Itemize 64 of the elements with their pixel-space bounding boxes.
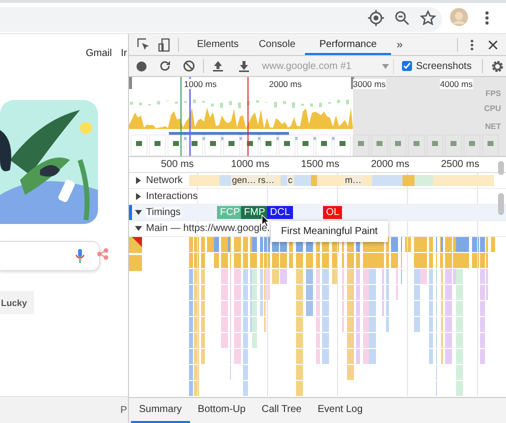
time-ruler-label: 500 ms	[161, 159, 194, 170]
record-icon[interactable]	[136, 60, 147, 72]
lucky-button[interactable]: Lucky	[0, 291, 34, 314]
upload-icon[interactable]	[212, 60, 224, 72]
doodle-illustration-drawing[interactable]	[0, 100, 98, 224]
panel-tab[interactable]: Elements	[187, 34, 249, 55]
settings-icon[interactable]	[490, 60, 504, 72]
expand-triangle-icon[interactable]	[135, 177, 142, 184]
overview-time-label: 1000 ms	[184, 79, 217, 89]
lane-label: NET	[485, 122, 501, 131]
star-icon[interactable]	[420, 10, 436, 26]
track-label: Main — https://www.google.	[146, 223, 270, 234]
expand-triangle-icon[interactable]	[135, 193, 142, 200]
search-field[interactable]	[0, 241, 100, 271]
timing-marker[interactable]: DCL	[267, 206, 294, 219]
header-link[interactable]: Gmail	[86, 48, 112, 62]
menu-icon[interactable]	[484, 10, 490, 26]
more-options-icon[interactable]	[470, 38, 474, 50]
network-request[interactable]: m…	[344, 175, 362, 186]
header-link[interactable]: Ir	[120, 48, 127, 62]
track-label: Network	[146, 175, 183, 186]
timing-marker[interactable]: OL	[323, 206, 342, 219]
details-tab[interactable]: Call Tree	[254, 398, 310, 423]
time-ruler-label: 2500 ms	[441, 159, 480, 170]
track-label: Interactions	[146, 191, 198, 202]
lane-label: FPS	[485, 89, 501, 98]
overview-time-label: 4000 ms	[440, 79, 473, 89]
time-ruler-label: 1500 ms	[301, 159, 340, 170]
timeline-overview-drawing[interactable]	[129, 77, 506, 156]
reload-icon[interactable]	[159, 60, 171, 72]
scrollbar-thumb[interactable]	[498, 193, 504, 215]
tooltip: First Meaningful Paint	[271, 221, 388, 242]
panel-tab[interactable]: Console	[248, 34, 306, 55]
track-row[interactable]: Timings FCP FMP DCL OL	[129, 205, 506, 221]
time-ruler-label: 1000 ms	[231, 159, 270, 170]
zoom-out-icon[interactable]	[394, 10, 410, 26]
network-request[interactable]: gen…	[231, 175, 258, 186]
screenshots-checkbox[interactable]	[402, 61, 412, 71]
location-target-icon[interactable]	[368, 10, 384, 26]
details-tab[interactable]: Event Log	[310, 398, 371, 423]
time-ruler-label: 2000 ms	[371, 159, 410, 170]
details-tab[interactable]: Bottom-Up	[190, 398, 254, 423]
microphone-icon[interactable]	[75, 249, 85, 263]
scrollbar-thumb[interactable]	[498, 161, 504, 175]
network-request[interactable]: rs…	[257, 175, 276, 186]
network-request[interactable]: c	[287, 175, 294, 186]
overview-time-label: 2000 ms	[269, 79, 302, 89]
dropdown-caret-icon	[382, 64, 389, 68]
footer-text: P	[120, 404, 127, 416]
clear-icon[interactable]	[183, 60, 195, 72]
close-icon[interactable]	[488, 40, 498, 50]
track-row[interactable]: Network gen… rs… c m…	[129, 173, 506, 189]
screenshots-label: Screenshots	[416, 60, 472, 72]
track-label: Timings	[146, 207, 181, 218]
collapse-triangle-icon[interactable]	[135, 225, 142, 232]
overview-time-label: 3000 ms	[353, 79, 386, 89]
lane-label: CPU	[484, 104, 501, 113]
details-tab[interactable]: Summary	[131, 398, 190, 423]
timing-marker[interactable]: FMP	[241, 206, 268, 219]
device-toolbar-icon[interactable]	[158, 38, 170, 52]
download-icon[interactable]	[238, 60, 250, 72]
more-tabs-button[interactable]: »	[396, 38, 403, 50]
inspect-element-icon[interactable]	[137, 38, 150, 51]
collapse-triangle-icon[interactable]	[135, 209, 142, 216]
